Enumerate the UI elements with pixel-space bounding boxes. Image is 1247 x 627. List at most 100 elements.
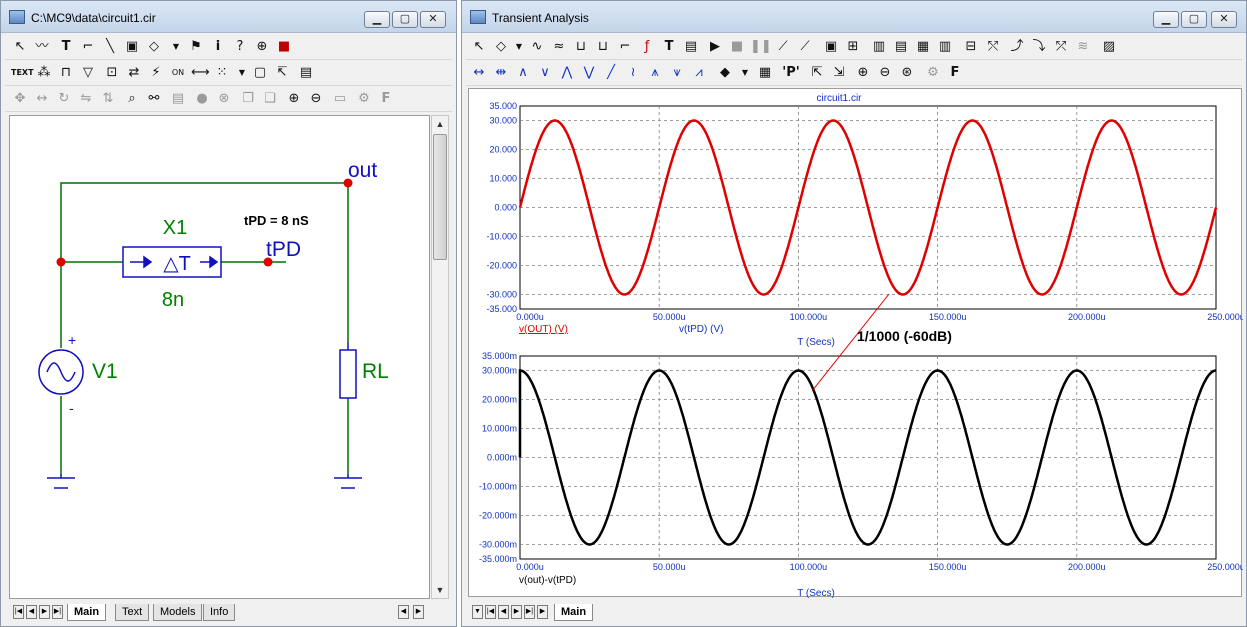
voltage-icon[interactable]: ▽	[79, 64, 97, 82]
copy-icon[interactable]: ❐	[239, 90, 257, 108]
text-tool-icon-2[interactable]: T	[660, 38, 678, 56]
stretch-icon[interactable]: ↔	[33, 90, 51, 108]
hscroll-left-icon[interactable]: ◀	[398, 605, 409, 619]
mirror-icon[interactable]: ⇅	[99, 90, 117, 108]
cursor-line-icon[interactable]: ⤲	[984, 38, 1002, 56]
inflection-icon[interactable]: ≀	[624, 64, 642, 82]
tab-next-icon[interactable]: ▶	[39, 605, 50, 619]
curve-icon-2[interactable]: ≈	[550, 38, 568, 56]
stop-icon[interactable]: ■	[275, 38, 293, 56]
next-max-icon[interactable]: ∧	[514, 64, 532, 82]
upper-plot[interactable]: 35.000 30.000 20.000 10.000 0.000 -10.000 -20.…	[486, 101, 1244, 322]
chevron-down-icon-4[interactable]: ▼	[736, 64, 754, 82]
font-icon[interactable]: F	[377, 90, 395, 108]
scroll-up-icon[interactable]: ▲	[432, 116, 448, 132]
split-icon[interactable]: ⊟	[962, 38, 980, 56]
analysis-tab-last-icon[interactable]: ▶|	[524, 605, 535, 619]
wave-icon[interactable]: ≋	[1074, 38, 1092, 56]
move-icon[interactable]: ✥	[11, 90, 29, 108]
tab-models[interactable]: Models	[153, 604, 203, 621]
analysis-tab-end-icon[interactable]: ▶	[537, 605, 548, 619]
cursor-mode-icon[interactable]: ↔	[470, 64, 488, 82]
component-icon[interactable]: 〰	[33, 38, 51, 56]
cancel-icon[interactable]: ⊗	[215, 90, 233, 108]
tab-main[interactable]: Main	[67, 604, 107, 621]
valley-icon[interactable]: ⤵	[1030, 38, 1048, 56]
go-to-icon[interactable]: ⩘	[690, 64, 708, 82]
next-min-icon[interactable]: ∨	[536, 64, 554, 82]
analysis-minimize-button[interactable]: ▁	[1153, 11, 1179, 28]
line-icon[interactable]: ⟷	[191, 64, 210, 82]
chevron-down-icon[interactable]: ▼	[167, 38, 185, 56]
shapes-icon[interactable]: ◇	[145, 38, 163, 56]
help-icon[interactable]: ?	[231, 38, 249, 56]
probe-icon[interactable]: ⊡	[103, 64, 121, 82]
tab-prev-icon[interactable]: ◀	[26, 605, 37, 619]
tab-text[interactable]: Text	[115, 604, 150, 621]
analysis-titlebar[interactable]: Transient Analysis ▁ ▢ ✕	[462, 1, 1246, 33]
diagonal-wire-icon[interactable]: ╲	[101, 38, 119, 56]
page-icon[interactable]: ▤	[169, 90, 187, 108]
global-min-icon[interactable]: ⩛	[668, 64, 686, 82]
slope-icon-2[interactable]: ╱	[602, 64, 620, 82]
tab-last-icon[interactable]: ▶|	[52, 605, 63, 619]
y-axis-icon[interactable]: ⇲	[830, 64, 848, 82]
layout-icon-1[interactable]: ▥	[870, 38, 888, 56]
scroll-down-icon[interactable]: ▼	[432, 582, 448, 598]
analysis-tab-first-icon[interactable]: |◀	[485, 605, 496, 619]
legend-vtpd[interactable]: v(tPD) (V)	[679, 324, 723, 335]
cursor-icon[interactable]: ↸	[273, 64, 291, 82]
analysis-tab-next-icon[interactable]: ▶	[511, 605, 522, 619]
schematic-vertical-scrollbar[interactable]: ▲ ▼	[431, 115, 449, 599]
analysis-tab-prev-icon[interactable]: ◀	[498, 605, 509, 619]
settings-icon-2[interactable]: ⚙	[924, 64, 942, 82]
analysis-maximize-button[interactable]: ▢	[1181, 11, 1207, 28]
grid-dots-icon[interactable]: ⁙	[213, 64, 231, 82]
voltage-source-v1[interactable]	[38, 349, 84, 395]
tab-first-icon[interactable]: |◀	[13, 605, 24, 619]
layout-icon-3[interactable]: ▦	[914, 38, 932, 56]
peak-icon[interactable]: ⤴	[1008, 38, 1026, 56]
scale-icon-2[interactable]: ⊔	[594, 38, 612, 56]
select-arrow-icon[interactable]: ↖	[11, 38, 29, 56]
analysis-tab-down-icon[interactable]: ▼	[472, 605, 483, 619]
schematic-canvas[interactable]: △T X1 8n tPD = 8 nS + - V1 RL out tPD	[9, 115, 430, 599]
minimize-button[interactable]: ▁	[364, 11, 390, 28]
node-numbers-icon[interactable]: ⁂	[35, 64, 53, 82]
zoom-out-icon[interactable]: ⊖	[307, 90, 325, 108]
hscroll-right-icon[interactable]: ▶	[413, 605, 424, 619]
layout-icon-2[interactable]: ▤	[892, 38, 910, 56]
peak-label-icon[interactable]: 'P'	[782, 64, 800, 82]
on-off-icon[interactable]: ON	[169, 64, 187, 82]
flip-icon[interactable]: ⇋	[77, 90, 95, 108]
step-icon[interactable]: ⌐	[616, 38, 634, 56]
chevron-down-icon-3[interactable]: ▼	[510, 38, 528, 56]
tab-info[interactable]: Info	[203, 604, 236, 621]
valley-icon-2[interactable]: ⋁	[580, 64, 598, 82]
pin-icon[interactable]: ⊓	[57, 64, 75, 82]
cursor-mode-icon-2[interactable]: ⇹	[492, 64, 510, 82]
box-icon-2[interactable]: ▣	[822, 38, 840, 56]
curve-icon[interactable]: ∿	[528, 38, 546, 56]
select-arrow-icon-2[interactable]: ↖	[470, 38, 488, 56]
chevron-down-icon-2[interactable]: ▼	[233, 64, 251, 82]
global-max-icon[interactable]: ⩚	[646, 64, 664, 82]
binoculars-icon[interactable]: ⚯	[145, 90, 163, 108]
analysis-close-button[interactable]: ✕	[1211, 11, 1237, 28]
scale-icon[interactable]: ⊔	[572, 38, 590, 56]
wire-icon[interactable]: ⌐	[79, 38, 97, 56]
pause-icon[interactable]: ❚❚	[750, 38, 772, 56]
print-icon[interactable]: ▭	[331, 90, 349, 108]
slope-icon[interactable]: ⤱	[1052, 38, 1070, 56]
zoom-out-icon-2[interactable]: ⊖	[876, 64, 894, 82]
font-icon-2[interactable]: F	[946, 64, 964, 82]
resistor-rl[interactable]	[339, 349, 357, 399]
power-icon[interactable]: ⚡	[147, 64, 165, 82]
text-mode-icon[interactable]: TEXT	[11, 64, 34, 82]
text-tool-icon[interactable]: T	[57, 38, 75, 56]
tag-icon[interactable]: ◆	[716, 64, 734, 82]
find-icon[interactable]: ⌕	[123, 90, 141, 108]
flag-icon[interactable]: ⚑	[187, 38, 205, 56]
properties-icon[interactable]: ▤	[297, 64, 315, 82]
info-icon[interactable]: i	[209, 38, 227, 56]
